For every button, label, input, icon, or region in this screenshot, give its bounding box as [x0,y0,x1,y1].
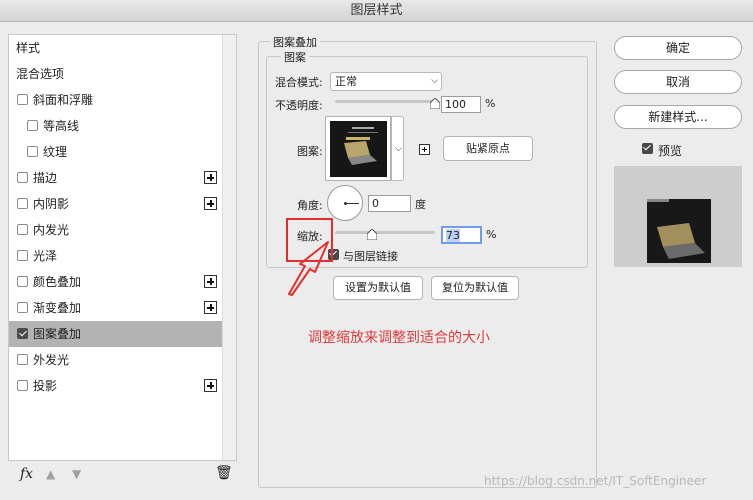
new-style-button[interactable]: 新建样式... [614,105,742,129]
sidebar-item-label: 等高线 [43,119,80,133]
chevron-down-icon: ⌵ [431,76,438,86]
blend-mode-select[interactable]: 正常 ⌵ [330,72,442,91]
sidebar-item[interactable]: 内阴影 [9,191,222,217]
fx-icon[interactable]: fx [20,466,33,482]
sidebar-item[interactable]: 纹理 [9,139,222,165]
sidebar-item-label: 斜面和浮雕 [33,93,94,107]
subgroup-title: 图案 [281,49,309,65]
angle-label: 角度: [297,199,323,212]
sidebar-item-checkbox[interactable] [17,354,28,365]
angle-dial[interactable] [327,185,363,221]
opacity-unit: % [485,97,496,110]
sidebar-item-label: 内阴影 [33,197,70,211]
sidebar-item-checkbox[interactable] [17,198,28,209]
opacity-slider[interactable] [335,100,435,103]
sidebar-item[interactable]: 内发光 [9,217,222,243]
sidebar-item-label: 外发光 [33,353,70,367]
sidebar-item-label: 投影 [33,379,58,393]
sidebar-item-checkbox[interactable] [17,328,28,339]
cancel-button[interactable]: 取消 [614,70,742,94]
blend-mode-value: 正常 [335,75,357,88]
group-title: 图案叠加 [270,34,320,50]
sidebar-item-label: 内发光 [33,223,70,237]
opacity-input[interactable]: 100 [441,96,481,113]
opacity-slider-thumb[interactable] [430,98,440,109]
sidebar-item-checkbox[interactable] [27,120,38,131]
styles-list-footer: fx ▲ ▼ 🗑 [8,461,237,491]
sidebar-item-label: 纹理 [43,145,68,159]
reset-default-button[interactable]: 复位为默认值 [431,276,519,300]
sidebar-item[interactable]: 等高线 [9,113,222,139]
sidebar-item-checkbox[interactable] [17,250,28,261]
move-down-icon[interactable]: ▼ [72,467,81,481]
sidebar-item[interactable]: 混合选项 [9,61,222,87]
preview-thumbnail [647,199,711,263]
chevron-down-icon: ⌵ [395,144,402,154]
sidebar-item-checkbox[interactable] [17,276,28,287]
sidebar-item-checkbox[interactable] [17,380,28,391]
snap-origin-button[interactable]: 贴紧原点 [443,136,533,161]
sidebar-item-label: 混合选项 [16,67,65,81]
sidebar-item[interactable]: 投影 [9,373,222,399]
sidebar-item-checkbox[interactable] [27,146,38,157]
sidebar-item[interactable]: 光泽 [9,243,222,269]
move-up-icon[interactable]: ▲ [46,467,55,481]
set-default-button[interactable]: 设置为默认值 [333,276,423,300]
sidebar-item-label: 颜色叠加 [33,275,82,289]
sidebar-item-checkbox[interactable] [17,94,28,105]
add-effect-icon[interactable] [204,275,217,288]
pattern-picker[interactable] [325,116,391,181]
sidebar-item-checkbox[interactable] [17,172,28,183]
link-with-layer-label: 与图层链接 [343,250,398,263]
sidebar-item[interactable]: 颜色叠加 [9,269,222,295]
sidebar-item-label: 图案叠加 [33,327,82,341]
annotation-text: 调整缩放来调整到适合的大小 [308,330,490,346]
styles-list-scrollbar[interactable] [222,35,236,460]
sidebar-item-label: 光泽 [33,249,58,263]
angle-input[interactable]: 0 [368,195,411,212]
pattern-label: 图案: [297,145,323,158]
watermark: https://blog.csdn.net/IT_SoftEngineer [484,474,707,488]
preview-checkbox[interactable] [642,143,653,154]
sidebar-item-label: 描边 [33,171,58,185]
scale-slider[interactable] [335,231,435,234]
styles-list: 样式混合选项斜面和浮雕等高线纹理描边内阴影内发光光泽颜色叠加渐变叠加图案叠加外发… [8,34,237,461]
sidebar-item[interactable]: 外发光 [9,347,222,373]
preview-label: 预览 [658,144,683,158]
scale-slider-thumb[interactable] [366,229,377,240]
sidebar-item[interactable]: 样式 [9,35,222,61]
ok-button[interactable]: 确定 [614,36,742,60]
annotation-arrow [288,241,329,296]
sidebar-item[interactable]: 描边 [9,165,222,191]
add-effect-icon[interactable] [204,301,217,314]
window-title: 图层样式 [0,0,753,22]
sidebar-item[interactable]: 斜面和浮雕 [9,87,222,113]
sidebar-item[interactable]: 渐变叠加 [9,295,222,321]
style-preview [614,166,742,267]
add-effect-icon[interactable] [204,379,217,392]
add-effect-icon[interactable] [204,197,217,210]
trash-icon[interactable]: 🗑 [215,465,233,481]
scale-unit: % [486,228,497,241]
scale-input[interactable]: 73 [441,226,482,244]
blend-mode-label: 混合模式: [275,76,323,89]
add-effect-icon[interactable] [204,171,217,184]
scale-value: 73 [446,229,460,242]
pattern-dropdown[interactable]: ⌵ [391,116,404,181]
pattern-thumbnail [330,121,387,177]
sidebar-item-checkbox[interactable] [17,302,28,313]
sidebar-item-label: 渐变叠加 [33,301,82,315]
sidebar-item-checkbox[interactable] [17,224,28,235]
sidebar-item[interactable]: 图案叠加 [9,321,222,347]
new-preset-icon[interactable] [419,144,430,155]
sidebar-item-label: 样式 [16,41,41,55]
opacity-label: 不透明度: [275,99,323,112]
angle-unit: 度 [415,198,426,211]
